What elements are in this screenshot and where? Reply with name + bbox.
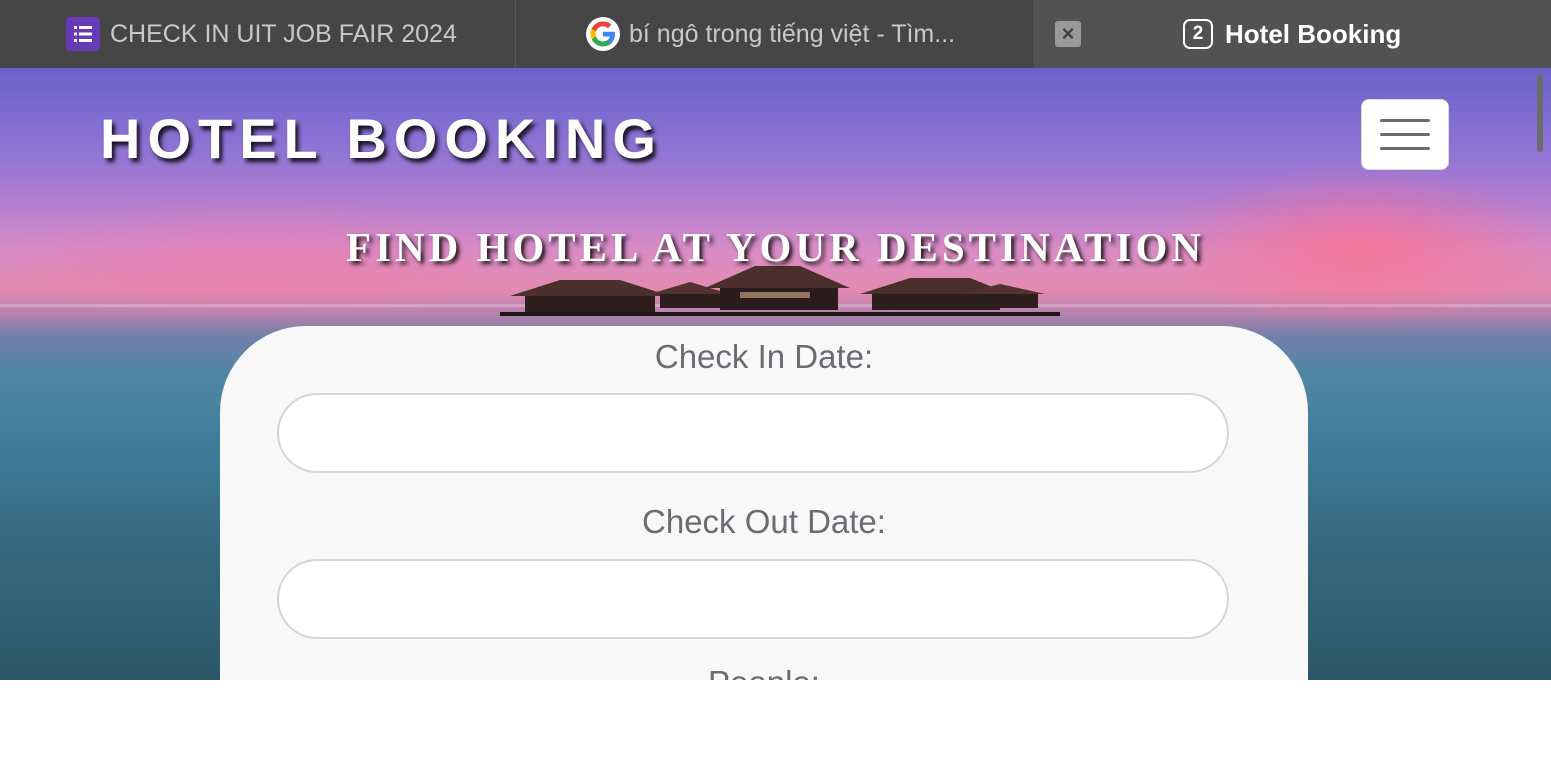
tab-label: bí ngô trong tiếng việt - Tìm... — [629, 19, 956, 48]
hero-banner: HOTEL BOOKING FIND HOTEL AT YOUR DESTINA… — [0, 68, 1551, 680]
hamburger-menu-button[interactable] — [1361, 99, 1449, 170]
check-in-label: Check In Date: — [654, 338, 874, 375]
tab-check-in-uit-job-fair[interactable]: CHECK IN UIT JOB FAIR 2024 — [0, 0, 516, 68]
tab-count-badge: 2 — [1183, 19, 1213, 49]
tab-google-search[interactable]: bí ngô trong tiếng việt - Tìm... — [516, 0, 1033, 68]
hero-headline: FIND HOTEL AT YOUR DESTINATION — [346, 224, 1205, 270]
page-scrollbar[interactable] — [1537, 74, 1543, 152]
tab-label: CHECK IN UIT JOB FAIR 2024 — [110, 19, 457, 48]
tab-label: Hotel Booking — [1225, 18, 1402, 49]
close-tab-icon[interactable]: × — [1055, 21, 1081, 47]
site-logo[interactable]: HOTEL BOOKING — [100, 106, 663, 171]
check-in-date-input[interactable] — [277, 393, 1229, 473]
menu-bar — [1380, 119, 1430, 122]
google-forms-icon — [66, 17, 100, 51]
menu-bar — [1380, 147, 1430, 150]
browser-tab-bar: CHECK IN UIT JOB FAIR 2024 bí ngô trong … — [0, 0, 1551, 68]
people-label: People: — [220, 664, 1308, 680]
booking-form-card: Check In Date: Check Out Date: People: — [220, 326, 1308, 680]
page-bottom-blank — [0, 680, 1551, 765]
google-icon — [586, 17, 620, 51]
check-out-date-input[interactable] — [277, 559, 1229, 639]
tab-hotel-booking[interactable]: × 2 Hotel Booking — [1033, 0, 1551, 68]
check-out-label: Check Out Date: — [642, 503, 886, 540]
menu-bar — [1380, 133, 1430, 136]
